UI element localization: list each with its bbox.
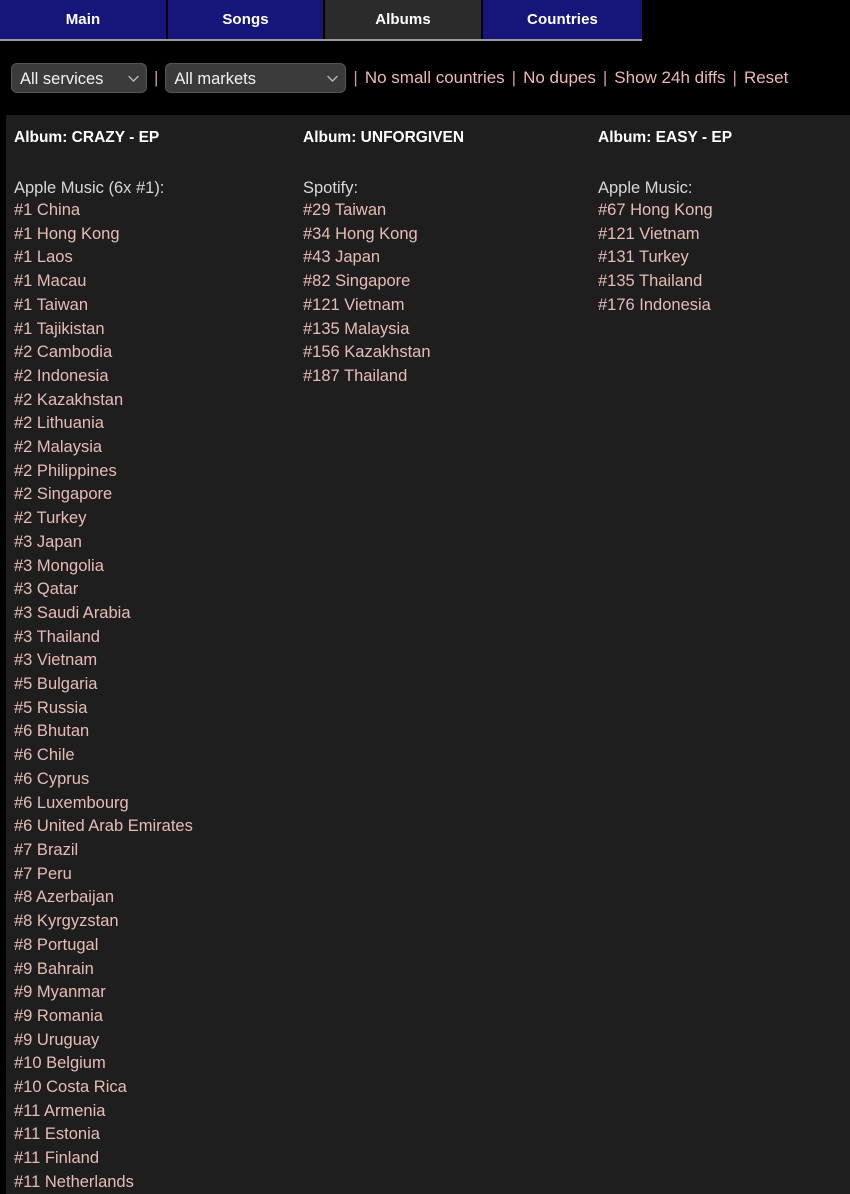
album-title: Album: CRAZY - EP (14, 129, 160, 146)
filter-link-no-dupes[interactable]: No dupes (523, 68, 596, 88)
chart-entry[interactable]: #9 Myanmar (14, 981, 301, 1005)
entry-list: #67 Hong Kong #121 Vietnam #131 Turkey #135… (598, 199, 846, 318)
filter-link-no-small-countries[interactable]: No small countries (365, 68, 505, 88)
filter-separator-2: | (353, 68, 358, 87)
chart-entry[interactable]: #1 Tajikistan (14, 318, 301, 342)
chart-entry[interactable]: #6 Bhutan (14, 720, 301, 744)
chart-entry[interactable]: #1 Macau (14, 270, 301, 294)
chart-entry[interactable]: #1 Laos (14, 246, 301, 270)
chart-entry[interactable]: #9 Romania (14, 1005, 301, 1029)
service-label: Spotify: (303, 179, 359, 197)
album-column-crazy-ep: Album: CRAZY - EP Apple Music (6x #1): #… (6, 129, 301, 1194)
chart-entry[interactable]: #176 Indonesia (598, 294, 846, 318)
chart-entry[interactable]: #43 Japan (303, 246, 596, 270)
filter-link-reset[interactable]: Reset (744, 68, 788, 88)
chart-entry[interactable]: #9 Uruguay (14, 1029, 301, 1053)
chart-entry[interactable]: #3 Saudi Arabia (14, 602, 301, 626)
chart-entry[interactable]: #7 Peru (14, 863, 301, 887)
tab-countries-label: Countries (527, 11, 598, 28)
chart-entry[interactable]: #67 Hong Kong (598, 199, 846, 223)
album-columns: Album: CRAZY - EP Apple Music (6x #1): #… (6, 115, 850, 1194)
service-select-wrapper: All services (11, 63, 147, 93)
chart-entry[interactable]: #187 Thailand (303, 365, 596, 389)
chart-entry[interactable]: #34 Hong Kong (303, 223, 596, 247)
chart-entry[interactable]: #135 Thailand (598, 270, 846, 294)
chart-entry[interactable]: #82 Singapore (303, 270, 596, 294)
album-column-easy-ep: Album: EASY - EP Apple Music: #67 Hong K… (596, 129, 846, 1194)
entry-list: #29 Taiwan #34 Hong Kong #43 Japan #82 Sing… (303, 199, 596, 389)
main-tabbar: Main Songs Albums Countries (0, 0, 642, 41)
chart-entry[interactable]: #1 Taiwan (14, 294, 301, 318)
chart-entry[interactable]: #7 Brazil (14, 839, 301, 863)
chart-entry[interactable]: #10 Costa Rica (14, 1076, 301, 1100)
chart-entry[interactable]: #2 Lithuania (14, 412, 301, 436)
service-label: Apple Music (6x #1): (14, 179, 165, 197)
filter-link-show-24h-diffs[interactable]: Show 24h diffs (614, 68, 725, 88)
chart-entry[interactable]: #29 Taiwan (303, 199, 596, 223)
chart-entry[interactable]: #10 Belgium (14, 1052, 301, 1076)
chart-entry[interactable]: #5 Russia (14, 697, 301, 721)
service-select[interactable]: All services (11, 63, 147, 93)
chart-entry[interactable]: #131 Turkey (598, 246, 846, 270)
entry-list: #1 China #1 Hong Kong #1 Laos #1 Macau #1 Ta… (14, 199, 301, 1194)
album-title: Album: UNFORGIVEN (303, 129, 465, 146)
tab-countries[interactable]: Countries (483, 0, 642, 39)
album-title: Album: EASY - EP (598, 129, 733, 146)
chart-entry[interactable]: #6 United Arab Emirates (14, 815, 301, 839)
tab-songs-label: Songs (222, 11, 269, 28)
tab-albums-label: Albums (375, 11, 431, 28)
album-column-unforgiven: Album: UNFORGIVEN Spotify: #29 Taiwan #34… (301, 129, 596, 1194)
chart-entry[interactable]: #11 Estonia (14, 1123, 301, 1147)
filter-separator-5: | (732, 68, 737, 87)
chart-entry[interactable]: #3 Japan (14, 531, 301, 555)
chart-entry[interactable]: #3 Vietnam (14, 649, 301, 673)
chart-entry[interactable]: #1 Hong Kong (14, 223, 301, 247)
albums-panel: Album: CRAZY - EP Apple Music (6x #1): #… (6, 115, 850, 1194)
market-select[interactable]: All markets (165, 63, 347, 93)
chart-entry[interactable]: #3 Qatar (14, 578, 301, 602)
filter-separator-1: | (154, 68, 159, 87)
chart-entry[interactable]: #11 Finland (14, 1147, 301, 1171)
chart-entry[interactable]: #6 Cyprus (14, 768, 301, 792)
chart-entry[interactable]: #2 Indonesia (14, 365, 301, 389)
chart-entry[interactable]: #2 Malaysia (14, 436, 301, 460)
chart-entry[interactable]: #2 Kazakhstan (14, 389, 301, 413)
chart-entry[interactable]: #6 Luxembourg (14, 792, 301, 816)
chart-entry[interactable]: #135 Malaysia (303, 318, 596, 342)
chart-entry[interactable]: #9 Bahrain (14, 958, 301, 982)
chart-entry[interactable]: #1 China (14, 199, 301, 223)
chart-entry[interactable]: #156 Kazakhstan (303, 341, 596, 365)
tab-songs[interactable]: Songs (168, 0, 325, 39)
chart-entry[interactable]: #3 Mongolia (14, 555, 301, 579)
chart-entry[interactable]: #2 Turkey (14, 507, 301, 531)
chart-entry[interactable]: #121 Vietnam (598, 223, 846, 247)
chart-entry[interactable]: #8 Azerbaijan (14, 886, 301, 910)
tab-albums[interactable]: Albums (325, 0, 483, 39)
chart-entry[interactable]: #5 Bulgaria (14, 673, 301, 697)
filter-separator-3: | (511, 68, 517, 87)
tab-main-label: Main (65, 11, 101, 28)
chart-entry[interactable]: #11 Armenia (14, 1100, 301, 1124)
chart-entry[interactable]: #6 Chile (14, 744, 301, 768)
service-label: Apple Music: (598, 179, 693, 197)
chart-entry[interactable]: #11 Netherlands (14, 1171, 301, 1194)
tab-main[interactable]: Main (0, 0, 168, 39)
filter-separator-4: | (602, 68, 608, 87)
chart-entry[interactable]: #2 Philippines (14, 460, 301, 484)
chart-entry[interactable]: #8 Kyrgyzstan (14, 910, 301, 934)
chart-entry[interactable]: #121 Vietnam (303, 294, 596, 318)
chart-entry[interactable]: #2 Cambodia (14, 341, 301, 365)
chart-entry[interactable]: #2 Singapore (14, 483, 301, 507)
market-select-wrapper: All markets (165, 63, 347, 93)
chart-entry[interactable]: #8 Portugal (14, 934, 301, 958)
chart-entry[interactable]: #3 Thailand (14, 626, 301, 650)
filter-toolbar: All services | All markets | No small co… (0, 41, 850, 115)
